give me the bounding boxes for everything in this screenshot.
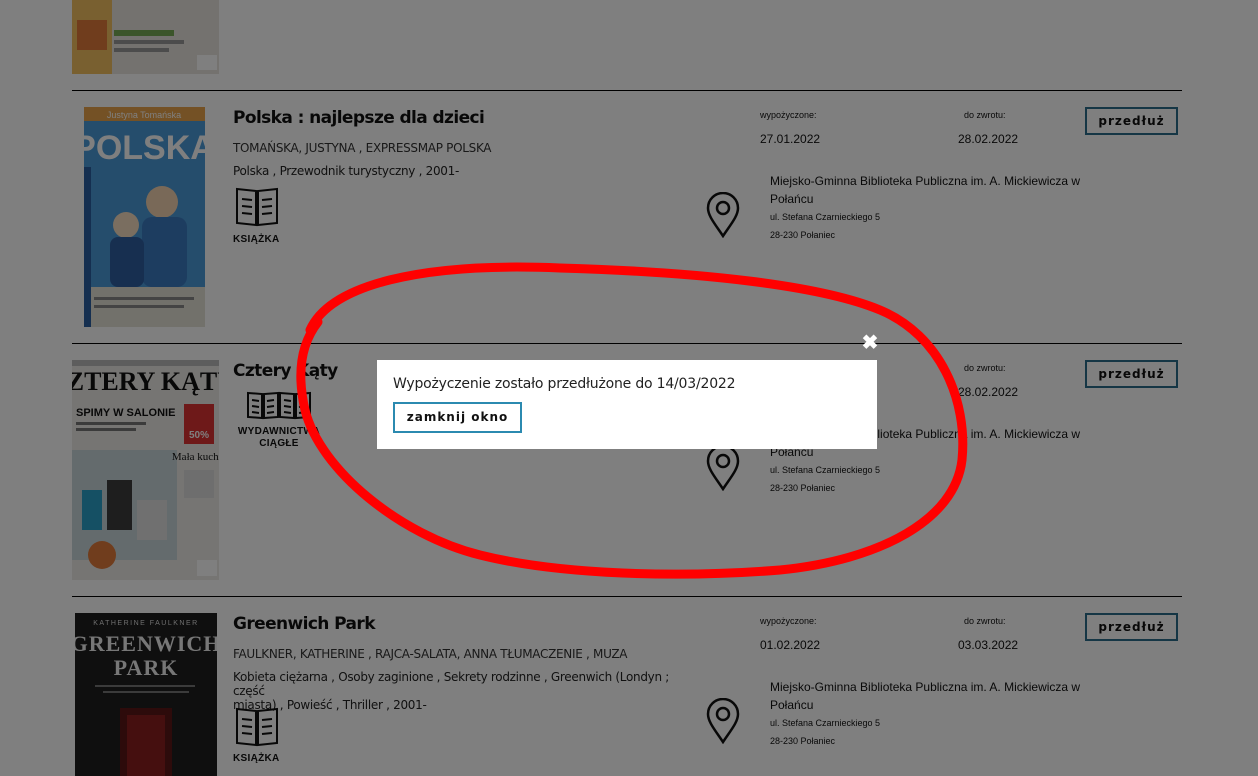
renewal-confirmation-dialog: Wypożyczenie zostało przedłużone do 14/0… bbox=[377, 360, 877, 449]
close-window-button[interactable]: zamknij okno bbox=[393, 402, 522, 433]
dialog-message: Wypożyczenie zostało przedłużone do 14/0… bbox=[393, 376, 736, 392]
close-x-icon[interactable]: ✖ bbox=[860, 333, 880, 353]
